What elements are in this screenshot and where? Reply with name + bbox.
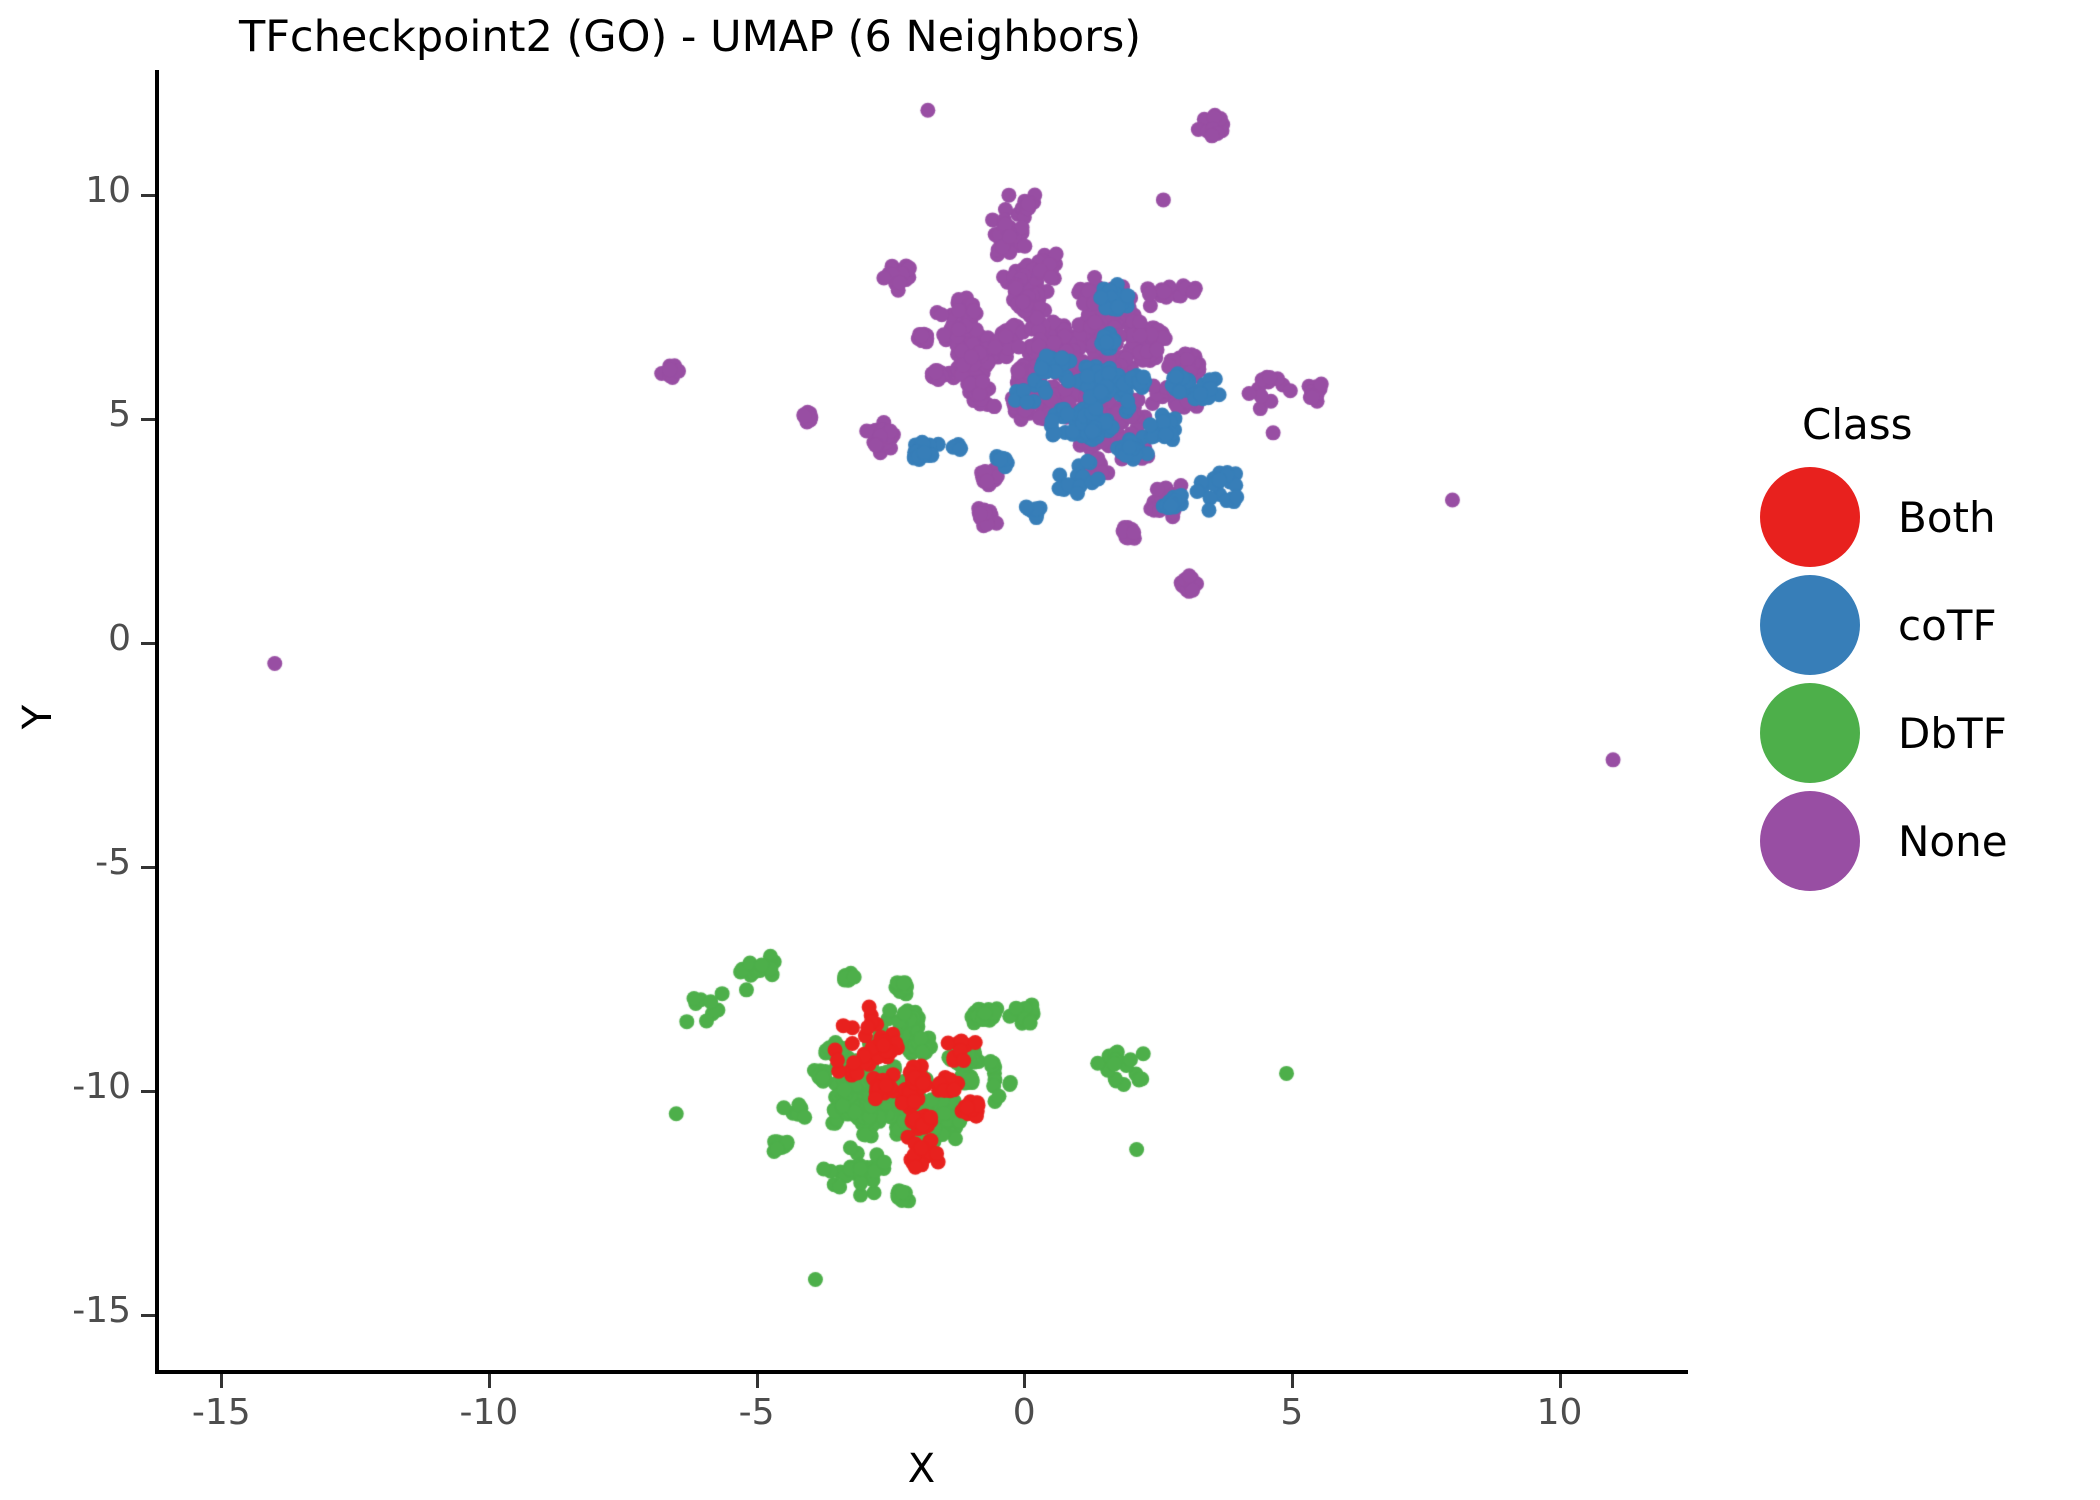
x-tick-label: 10 — [1536, 1392, 1583, 1433]
y-tick-label: -15 — [72, 1290, 131, 1332]
plot-panel — [157, 70, 1688, 1378]
legend-key-circle-icon — [1760, 683, 1860, 783]
legend-items: Both coTF DbTF None — [1760, 463, 2090, 895]
legend-item-both[interactable]: Both — [1760, 463, 2090, 571]
x-tick-label: -15 — [191, 1392, 251, 1433]
y-tick-mark — [141, 866, 155, 870]
legend-title: Class — [1802, 400, 1913, 449]
x-tick-mark — [755, 1374, 759, 1388]
legend: Class Both coTF DbTF None — [1760, 400, 2090, 895]
y-tick-mark — [141, 1090, 155, 1094]
x-tick-label: 0 — [1012, 1392, 1036, 1433]
legend-item-label: coTF — [1898, 600, 1997, 650]
legend-item-label: None — [1898, 816, 2008, 866]
y-tick-mark — [141, 418, 155, 422]
y-tick-label: -5 — [95, 842, 131, 884]
x-tick-mark — [1023, 1374, 1027, 1388]
legend-item-label: Both — [1898, 492, 1996, 542]
y-tick-label: 0 — [108, 618, 131, 660]
y-tick-label: -10 — [72, 1066, 131, 1108]
y-tick-label: 10 — [85, 170, 131, 212]
x-tick-mark — [487, 1374, 491, 1388]
legend-item-cotf[interactable]: coTF — [1760, 571, 2090, 679]
page-title: TFcheckpoint2 (GO) - UMAP (6 Neighbors) — [238, 12, 1142, 62]
x-axis-line — [155, 1370, 1688, 1374]
y-tick-mark — [141, 194, 155, 198]
y-tick-mark — [141, 1314, 155, 1318]
scatter-plot-canvas — [157, 70, 1688, 1378]
legend-item-dbtf[interactable]: DbTF — [1760, 679, 2090, 787]
legend-item-label: DbTF — [1898, 708, 2007, 758]
y-tick-mark — [141, 642, 155, 646]
legend-key-circle-icon — [1760, 791, 1860, 891]
y-tick-label: 5 — [108, 394, 131, 436]
x-tick-label: -10 — [459, 1392, 519, 1433]
x-tick-mark — [1290, 1374, 1294, 1388]
x-tick-label: 5 — [1280, 1392, 1304, 1433]
legend-key-circle-icon — [1760, 467, 1860, 567]
y-axis-line — [155, 70, 159, 1372]
umap-scatter-figure: TFcheckpoint2 (GO) - UMAP (6 Neighbors) … — [0, 0, 2100, 1500]
x-tick-mark — [220, 1374, 224, 1388]
x-tick-label: -5 — [738, 1392, 775, 1433]
legend-item-none[interactable]: None — [1760, 787, 2090, 895]
legend-key-circle-icon — [1760, 575, 1860, 675]
x-tick-mark — [1558, 1374, 1562, 1388]
y-axis-title: Y — [15, 704, 61, 730]
x-axis-title: X — [907, 1446, 936, 1492]
